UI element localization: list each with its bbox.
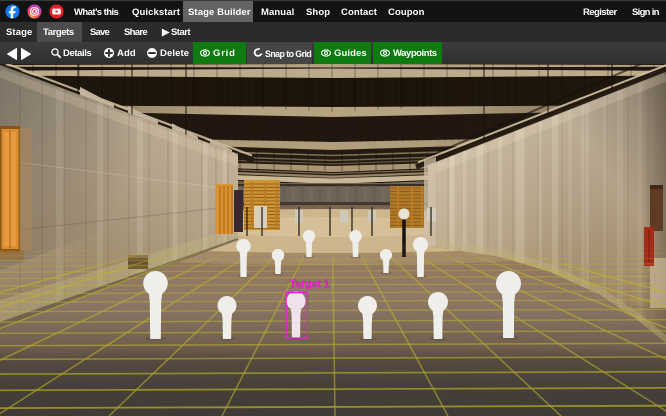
svg-text:Target 1: Target 1 [290, 279, 330, 290]
